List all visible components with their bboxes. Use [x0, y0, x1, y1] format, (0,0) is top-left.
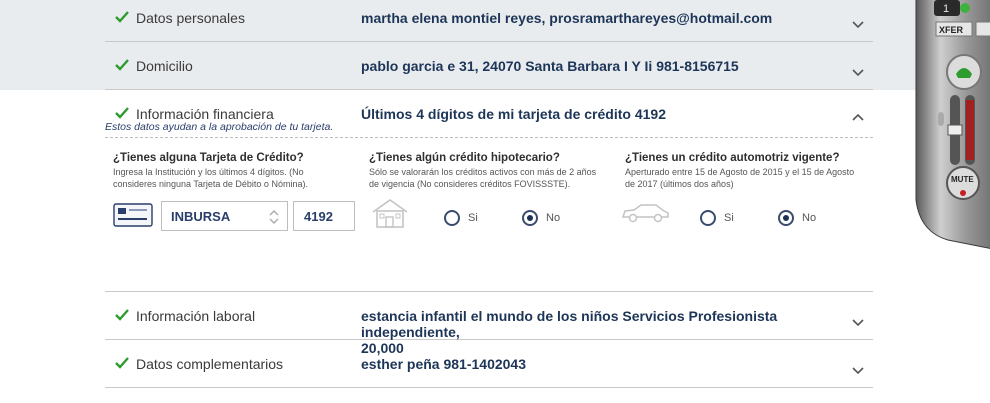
select-arrows-icon: [269, 210, 279, 224]
section-hint: Estos datos ayudan a la aprobación de tu…: [105, 121, 334, 133]
check-icon: [115, 11, 129, 23]
hold-button[interactable]: [975, 21, 990, 37]
question-auto-loan: ¿Tienes un crédito automotriz vigente? A…: [625, 152, 855, 190]
check-icon: [115, 309, 129, 321]
radio-label: No: [802, 212, 817, 224]
volume-meter: [966, 100, 974, 160]
microphone-icon: [938, 112, 944, 126]
line-label: 1: [943, 3, 949, 15]
question-description: Aperturado entre 15 de Agosto de 2015 y …: [625, 167, 855, 189]
auto-yes-radio[interactable]: [700, 210, 716, 226]
question-title: ¿Tienes alguna Tarjeta de Crédito?: [113, 152, 304, 164]
section-datos-personales[interactable]: Datos personales martha elena montiel re…: [105, 0, 873, 42]
section-datos-complementarios[interactable]: Datos complementarios esther peña 981-14…: [105, 340, 873, 388]
radio-label: Si: [468, 212, 478, 224]
softphone-widget: 1 XFER MUTE: [915, 0, 990, 249]
section-summary: Últimos 4 dígitos de mi tarjeta de crédi…: [361, 106, 666, 122]
summary-line: estancia infantil el mundo de los niños …: [361, 308, 778, 340]
check-icon: [115, 107, 129, 119]
section-summary: esther peña 981-1402043: [361, 356, 526, 372]
chevron-down-icon[interactable]: [851, 316, 865, 330]
question-description: Ingresa la Institución y los últimos 4 d…: [113, 167, 308, 189]
auto-radio-group: Si No: [700, 210, 840, 228]
last-digits-input[interactable]: 4192: [293, 201, 355, 231]
chevron-down-icon[interactable]: [851, 66, 865, 80]
section-title: Domicilio: [136, 58, 193, 74]
mortgage-no-radio[interactable]: [522, 210, 538, 226]
xfer-label: XFER: [939, 25, 964, 35]
mute-label: MUTE: [951, 175, 974, 184]
section-summary: pablo garcia e 31, 24070 Santa Barbara I…: [361, 58, 739, 74]
credit-card-icon: [113, 203, 153, 227]
question-credit-card: ¿Tienes alguna Tarjeta de Crédito? Ingre…: [113, 152, 343, 190]
section-informacion-laboral[interactable]: Información laboral estancia infantil el…: [105, 292, 873, 356]
chevron-down-icon[interactable]: [851, 18, 865, 32]
question-mortgage: ¿Tienes algún crédito hipotecario? Sólo …: [369, 152, 599, 190]
section-domicilio[interactable]: Domicilio pablo garcia e 31, 24070 Santa…: [105, 42, 873, 90]
institution-value: INBURSA: [171, 209, 231, 224]
section-title: Datos complementarios: [136, 356, 284, 372]
check-icon: [115, 357, 129, 369]
auto-no-radio[interactable]: [778, 210, 794, 226]
chevron-down-icon[interactable]: [851, 364, 865, 378]
question-description: Sólo se valorarán los créditos activos c…: [369, 167, 597, 189]
section-informacion-financiera: Información financiera Últimos 4 dígitos…: [105, 90, 873, 292]
volume-knob[interactable]: [947, 124, 963, 136]
check-icon: [115, 59, 129, 71]
house-icon: [372, 199, 408, 228]
mortgage-yes-radio[interactable]: [444, 210, 460, 226]
section-title: Información financiera: [136, 106, 274, 122]
mute-led-icon: [960, 190, 966, 196]
divider: [105, 137, 873, 138]
last-digits-value: 4192: [304, 209, 333, 224]
car-icon: [621, 204, 669, 223]
page: Datos personales martha elena montiel re…: [0, 0, 990, 403]
mortgage-radio-group: Si No: [444, 210, 584, 228]
section-title: Información laboral: [136, 308, 256, 324]
section-summary: martha elena montiel reyes, prosramartha…: [361, 10, 773, 26]
chevron-up-icon[interactable]: [851, 110, 865, 124]
radio-label: No: [546, 212, 561, 224]
question-title: ¿Tienes algún crédito hipotecario?: [369, 152, 560, 164]
question-title: ¿Tienes un crédito automotriz vigente?: [625, 152, 840, 164]
status-led-icon: [960, 3, 970, 13]
section-title: Datos personales: [136, 10, 245, 26]
institution-select[interactable]: INBURSA: [161, 201, 288, 231]
radio-label: Si: [724, 212, 734, 224]
